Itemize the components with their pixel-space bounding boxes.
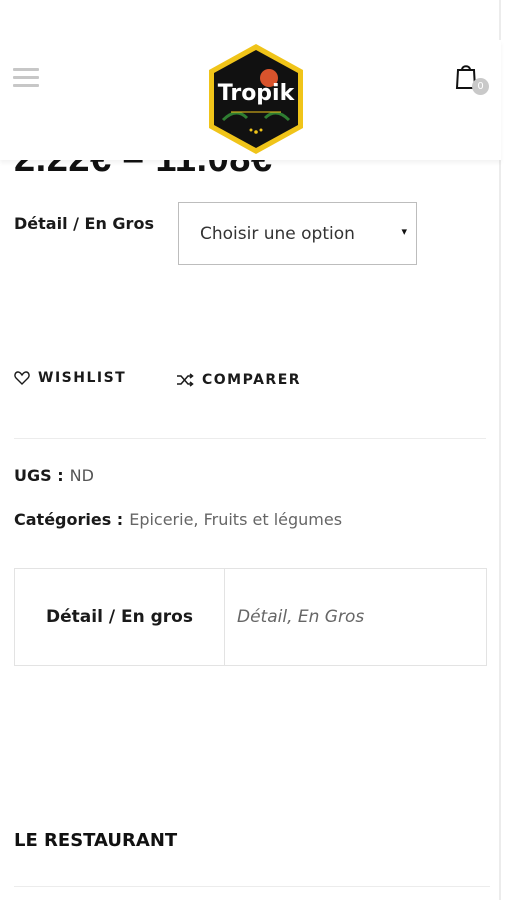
cart-button[interactable]: 0 xyxy=(452,60,492,100)
variation-select-value: Choisir une option xyxy=(200,224,355,244)
attributes-table: Détail / En gros Détail, En Gros xyxy=(14,568,487,666)
menu-icon[interactable] xyxy=(13,68,39,88)
wishlist-label: WISHLIST xyxy=(38,370,127,386)
sku-label: UGS : xyxy=(14,466,64,485)
site-logo[interactable]: Tropik xyxy=(203,40,309,158)
wishlist-button[interactable]: WISHLIST xyxy=(14,370,126,386)
categories-links[interactable]: Epicerie, Fruits et légumes xyxy=(129,510,342,529)
logo-badge-icon: Tropik xyxy=(209,44,303,154)
site-header: Tropik 0 xyxy=(0,40,501,160)
page-frame: 2.22€ – 11.08€ Tropik xyxy=(0,0,501,900)
footer-divider xyxy=(14,886,490,887)
variation-select[interactable]: Choisir une option ▾ xyxy=(178,202,417,265)
shuffle-icon xyxy=(176,373,194,387)
categories-label: Catégories : xyxy=(14,510,124,529)
heart-icon xyxy=(14,371,30,385)
categories-line: Catégories : Epicerie, Fruits et légumes xyxy=(14,510,342,529)
divider xyxy=(14,438,486,439)
sku-value: ND xyxy=(69,466,94,485)
svg-text:Tropik: Tropik xyxy=(218,81,296,106)
restaurant-heading: LE RESTAURANT xyxy=(14,830,178,851)
cart-count-badge: 0 xyxy=(472,78,489,95)
attribute-name: Détail / En gros xyxy=(15,569,225,665)
attribute-value: Détail, En Gros xyxy=(237,607,365,627)
variation-label: Détail / En Gros xyxy=(14,214,154,233)
compare-label: COMPARER xyxy=(202,372,302,388)
chevron-down-icon: ▾ xyxy=(401,225,407,238)
sku-line: UGS : ND xyxy=(14,466,94,485)
compare-button[interactable]: COMPARER xyxy=(176,372,301,388)
